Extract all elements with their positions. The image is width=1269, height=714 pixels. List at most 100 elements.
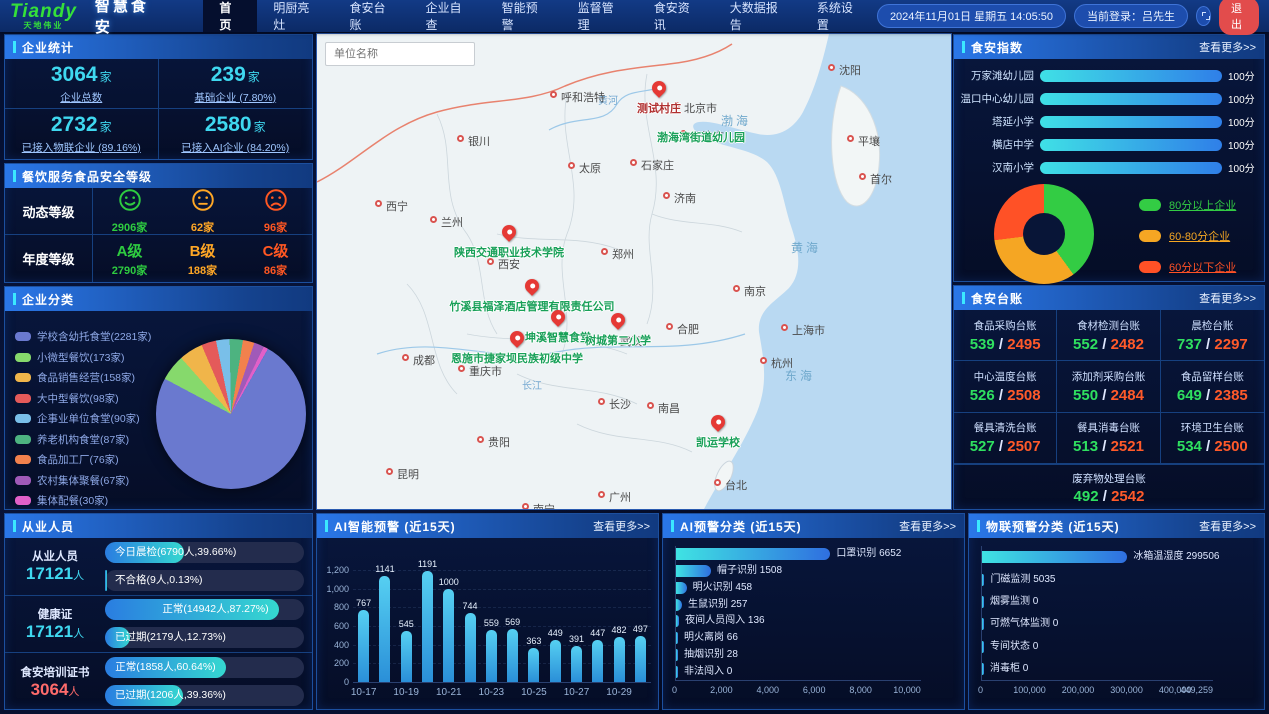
ledger-done: 534 <box>1177 438 1202 455</box>
ledger-cell-7: 餐具消毒台账513 / 2521 <box>1057 413 1160 464</box>
map-city-14: 南京 <box>744 283 766 299</box>
nav-item-4[interactable]: 智能预警 <box>486 0 562 32</box>
map-city-10: 西宁 <box>386 198 408 214</box>
stat-value: 2732家 <box>51 113 112 137</box>
city-dot <box>666 323 673 330</box>
ledger-sep: / <box>1202 438 1215 455</box>
x-axis-line <box>353 682 651 683</box>
legend-swatch <box>15 353 31 362</box>
logout-button[interactable]: 退出 <box>1219 0 1259 35</box>
ledger-total: 2521 <box>1111 438 1144 455</box>
map-city-12: 郑州 <box>612 246 634 262</box>
hbar <box>982 618 984 630</box>
panel-enterprise-stats: 企业统计 3064家企业总数239家基础企业 (7.80%)2732家已接入物联… <box>4 34 313 160</box>
ai-warning-more-link[interactable]: 查看更多>> <box>593 518 650 534</box>
legend-swatch <box>15 476 31 485</box>
map-city-25: 广州 <box>609 489 631 505</box>
nav-item-2[interactable]: 食安台账 <box>333 0 409 32</box>
ledger-more-link[interactable]: 查看更多>> <box>1199 290 1256 306</box>
staff-group-label: 从业人员 <box>32 548 78 564</box>
ledger-footer-label: 废弃物处理台账 <box>1072 471 1146 486</box>
level-row-label: 动态等级 <box>5 188 93 234</box>
ai-category-more-link[interactable]: 查看更多>> <box>899 518 956 534</box>
legend-label: 学校含幼托食堂(2281家) <box>37 329 151 344</box>
map-city-0: 沈阳 <box>839 62 861 78</box>
map-city-21: 南昌 <box>658 400 680 416</box>
nav-item-7[interactable]: 大数据报告 <box>714 0 801 32</box>
classify-legend-item-1: 小微型餐饮(173家) <box>15 350 151 365</box>
y-tick: 200 <box>319 658 349 668</box>
safety-level-body: 动态等级2906家62家96家年度等级A级2790家B级188家C级86家 <box>5 188 312 282</box>
y-tick: 0 <box>319 677 349 687</box>
hbar-label: 生鼠识别 257 <box>688 599 747 611</box>
hbar <box>982 663 984 675</box>
stat-label: 企业总数 <box>60 90 102 105</box>
china-map[interactable]: 沈阳呼和浩特北京市天津市平壤首尔银川石家庄太原济南西宁兰州郑州西安南京合肥上海市… <box>316 33 952 510</box>
panel-ledger-title: 食安台账 <box>962 290 1023 307</box>
x-tick: 10-23 <box>475 687 507 698</box>
city-dot <box>457 135 464 142</box>
nav-item-1[interactable]: 明厨亮灶 <box>257 0 333 32</box>
stat-number: 3064 <box>51 63 98 86</box>
ai-warning-bar-chart: 02004006008001,0001,20076710-17114154510… <box>317 538 658 709</box>
hbar-label: 夜间人员闯入 136 <box>685 615 764 627</box>
app-title: 智慧食安 <box>95 0 164 37</box>
ledger-cell-label: 餐具消毒台账 <box>1077 420 1140 435</box>
legend-label: 农村集体聚餐(67家) <box>37 473 129 488</box>
stat-number: 239 <box>211 63 246 86</box>
index-school-label: 万家滩幼儿园 <box>954 68 1040 83</box>
legend-label: 企事业单位食堂(90家) <box>37 411 140 426</box>
index-score-bar <box>1040 70 1222 82</box>
staff-group-left: 健康证17121人 <box>5 596 105 653</box>
staff-group-2: 食安培训证书3064人正常(1858人,60.64%)已过期(1206人,39.… <box>5 653 312 711</box>
index-school-label: 温口中心幼儿园 <box>954 91 1040 106</box>
nav-item-3[interactable]: 企业自查 <box>410 0 486 32</box>
nav-item-8[interactable]: 系统设置 <box>801 0 877 32</box>
ledger-cell-label: 中心温度台账 <box>974 369 1037 384</box>
city-dot <box>781 324 788 331</box>
map-city-26: 南宁 <box>533 501 555 510</box>
y-tick: 1,000 <box>319 584 349 594</box>
ledger-total: 2484 <box>1111 387 1144 404</box>
ledger-cell-label: 环境卫生台账 <box>1181 420 1244 435</box>
hbar <box>676 582 687 594</box>
iot-category-more-link[interactable]: 查看更多>> <box>1199 518 1256 534</box>
nav-item-5[interactable]: 监督管理 <box>562 0 638 32</box>
ledger-cell-5: 食品留样台账649 / 2385 <box>1161 361 1264 412</box>
staff-group-bars: 今日晨检(6790人,39.66%)不合格(9人,0.13%) <box>105 538 312 595</box>
map-search-input[interactable] <box>326 48 474 60</box>
legend-label: 食品销售经营(158家) <box>37 370 135 385</box>
ai-bar <box>358 610 369 682</box>
ledger-cell-value: 550 / 2484 <box>1073 387 1144 404</box>
level-item-0-2: 96家 <box>239 188 312 234</box>
staff-group-left: 食安培训证书3064人 <box>5 653 105 711</box>
fullscreen-button[interactable] <box>1196 6 1211 26</box>
frown-face-icon <box>263 187 289 218</box>
staff-bar-text: 正常(14942人,87.27%) <box>162 599 268 620</box>
ai-bar <box>486 630 497 682</box>
classify-legend-item-4: 企事业单位食堂(90家) <box>15 411 151 426</box>
grid-line <box>353 663 651 664</box>
nav-item-6[interactable]: 食安资讯 <box>638 0 714 32</box>
ai-bar-value: 767 <box>347 598 381 608</box>
safety-index-more-link[interactable]: 查看更多>> <box>1199 39 1256 55</box>
ledger-sep: / <box>995 438 1008 455</box>
legend-swatch <box>15 435 31 444</box>
index-score-bar <box>1040 162 1222 174</box>
city-dot <box>598 398 605 405</box>
map-city-1: 呼和浩特 <box>561 89 605 105</box>
ai-bar-value: 744 <box>453 601 487 611</box>
ledger-total: 2500 <box>1214 438 1247 455</box>
panel-staff-title: 从业人员 <box>13 518 74 535</box>
city-dot <box>714 479 721 486</box>
sea-label-1: 黄海 <box>791 239 821 256</box>
staff-group-left: 从业人员17121人 <box>5 538 105 595</box>
map-city-9: 济南 <box>674 190 696 206</box>
nav-item-0[interactable]: 首页 <box>203 0 257 32</box>
staff-group-1: 健康证17121人正常(14942人,87.27%)已过期(2179人,12.7… <box>5 596 312 654</box>
ledger-cell-8: 环境卫生台账 534 / 2500 <box>1161 413 1264 464</box>
stat-unit: 家 <box>100 70 112 84</box>
panel-enterprise-classify-title: 企业分类 <box>13 291 74 308</box>
panel-safety-index-header: 食安指数 查看更多>> <box>954 35 1264 59</box>
map-search-box <box>325 42 475 66</box>
